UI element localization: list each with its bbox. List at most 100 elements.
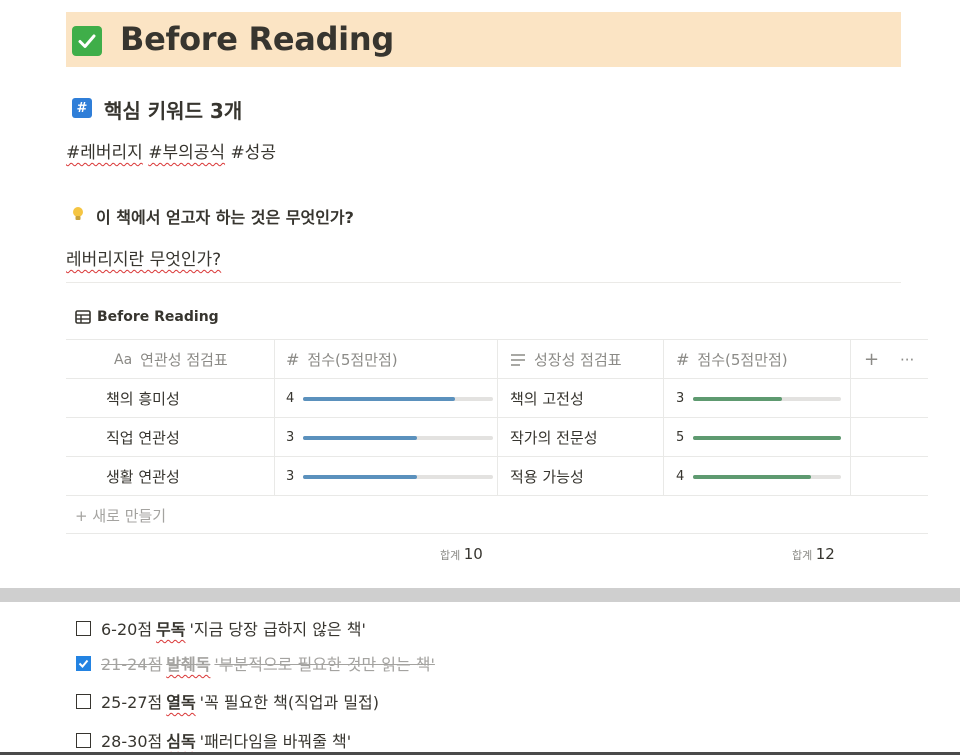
cell-divider [663, 418, 664, 457]
relevance-item[interactable]: 직업 연관성 [106, 418, 266, 457]
table-title[interactable]: Before Reading [75, 309, 219, 325]
tag-wealth-formula: #부의공식 [148, 143, 226, 163]
tag-leverage: #레버리지 [66, 143, 143, 163]
divider [66, 282, 901, 283]
todo-text: 21-24점 발췌독 '부분적으로 필요한 것만 읽는 책' [101, 651, 435, 675]
sum-value: 12 [815, 545, 835, 563]
column-header-score2-label: 점수(5점만점) [697, 351, 788, 369]
keyword-tags: #레버리지 #부의공식 #성공 [66, 138, 276, 163]
todo-item[interactable]: 6-20점 무독 '지금 당장 급하지 않은 책' [76, 617, 366, 639]
checkbox[interactable] [76, 732, 91, 748]
column-header-relevance[interactable]: Aa 연관성 점검표 [114, 340, 274, 379]
reading-desc: '꼭 필요한 책(직업과 밀접) [199, 693, 380, 712]
sum-value: 10 [463, 545, 483, 563]
score-number: 5 [676, 430, 685, 445]
table-row: 생활 연관성 3 적용 가능성 4 [66, 456, 928, 496]
column-header-score2[interactable]: # 점수(5점만점) [676, 340, 846, 379]
sum-label: 합계 [792, 549, 813, 562]
score-bar [303, 436, 493, 440]
score-bar [693, 397, 841, 401]
text-prop-icon [511, 353, 525, 366]
score-number: 3 [286, 430, 295, 445]
checkbox[interactable] [76, 655, 91, 671]
growth-item[interactable]: 책의 고전성 [510, 379, 660, 418]
cell-divider [497, 379, 498, 418]
score-bar-fill [303, 475, 417, 479]
score-bar-fill [693, 397, 782, 401]
todo-item[interactable]: 25-27점 열독 '꼭 필요한 책(직업과 밀접) [76, 690, 379, 712]
todo-item[interactable]: 21-24점 발췌독 '부분적으로 필요한 것만 읽는 책' [76, 652, 435, 674]
table-title-label: Before Reading [97, 309, 219, 325]
score-bar [693, 475, 841, 479]
checkbox[interactable] [76, 620, 91, 636]
score-bar-fill [693, 436, 841, 440]
score-bar [303, 475, 493, 479]
cell-divider [274, 379, 275, 418]
section-divider-band [0, 588, 960, 602]
lightbulb-icon [72, 206, 84, 222]
todo-item[interactable]: 28-30점 심독 '패러다임을 바꿔줄 책' [76, 729, 351, 751]
tag-success: #성공 [230, 143, 276, 163]
sum-score2[interactable]: 합계 12 [792, 545, 835, 563]
score-number: 3 [676, 391, 685, 406]
table-row: 책의 흥미성 4 책의 고전성 3 [66, 378, 928, 418]
todo-text: 25-27점 열독 '꼭 필요한 책(직업과 밀접) [101, 689, 379, 713]
score-bar-fill [303, 436, 417, 440]
checkbox[interactable] [76, 693, 91, 709]
number-prop-icon: # [676, 350, 690, 369]
growth-item[interactable]: 적용 가능성 [510, 457, 660, 496]
hash-icon: # [72, 98, 92, 118]
score-bar-fill [303, 397, 455, 401]
column-header-growth-label: 성장성 점검표 [534, 351, 622, 369]
score-bar-fill [693, 475, 812, 479]
table-header-row: Aa 연관성 점검표 # 점수(5점만점) 성장성 점검표 # 점수(5점만점)… [66, 339, 928, 379]
keywords-heading: 핵심 키워드 3개 [104, 99, 243, 123]
sum-label: 합계 [440, 549, 461, 562]
relevance-item[interactable]: 생활 연관성 [106, 457, 266, 496]
todo-text: 28-30점 심독 '패러다임을 바꿔줄 책' [101, 728, 351, 752]
cell-divider [663, 379, 664, 418]
score-bar [693, 436, 841, 440]
table-bottom-border [66, 495, 928, 496]
answer-value: 레버리지란 무엇인가? [66, 250, 222, 270]
cell-divider [497, 418, 498, 457]
check-icon [72, 26, 102, 56]
reading-type: 심독 [166, 732, 196, 751]
column-header-relevance-label: 연관성 점검표 [140, 351, 228, 369]
relevance-item[interactable]: 책의 흥미성 [106, 379, 266, 418]
todo-text: 6-20점 무독 '지금 당장 급하지 않은 책' [101, 616, 366, 640]
reading-desc: '부분적으로 필요한 것만 읽는 책' [214, 655, 435, 674]
cell-divider [663, 457, 664, 496]
question-heading: 이 책에서 얻고자 하는 것은 무엇인가? [96, 208, 354, 227]
growth-item[interactable]: 작가의 전문성 [510, 418, 660, 457]
table-footer-divider [66, 533, 928, 534]
new-row-button[interactable]: + 새로 만들기 [75, 505, 166, 526]
reading-desc: '지금 당장 급하지 않은 책' [189, 620, 366, 639]
title-prop-icon: Aa [114, 351, 133, 368]
cell-divider [850, 379, 851, 418]
table-icon [75, 310, 91, 324]
score-range: 21-24점 [101, 655, 163, 674]
more-options-button[interactable]: ··· [900, 340, 924, 379]
reading-type: 열독 [166, 693, 196, 712]
sum-score1[interactable]: 합계 10 [440, 545, 483, 563]
table-row: 직업 연관성 3 작가의 전문성 5 [66, 417, 928, 457]
cell-divider [274, 457, 275, 496]
page-title: Before Reading [120, 20, 394, 58]
number-prop-icon: # [286, 350, 300, 369]
column-header-score1[interactable]: # 점수(5점만점) [286, 340, 496, 379]
reading-type: 발췌독 [166, 655, 211, 674]
score-number: 3 [286, 469, 295, 484]
score-range: 28-30점 [101, 732, 163, 751]
score-bar [303, 397, 493, 401]
reading-type: 무독 [156, 620, 186, 639]
add-column-button[interactable]: + [864, 340, 884, 379]
reading-desc: '패러다임을 바꿔줄 책' [199, 732, 352, 751]
score-range: 25-27점 [101, 693, 163, 712]
answer-text: 레버리지란 무엇인가? [66, 245, 221, 270]
cell-divider [274, 418, 275, 457]
cell-divider [497, 457, 498, 496]
score-range: 6-20점 [101, 620, 153, 639]
column-header-growth[interactable]: 성장성 점검표 [510, 340, 660, 379]
score-number: 4 [286, 391, 295, 406]
